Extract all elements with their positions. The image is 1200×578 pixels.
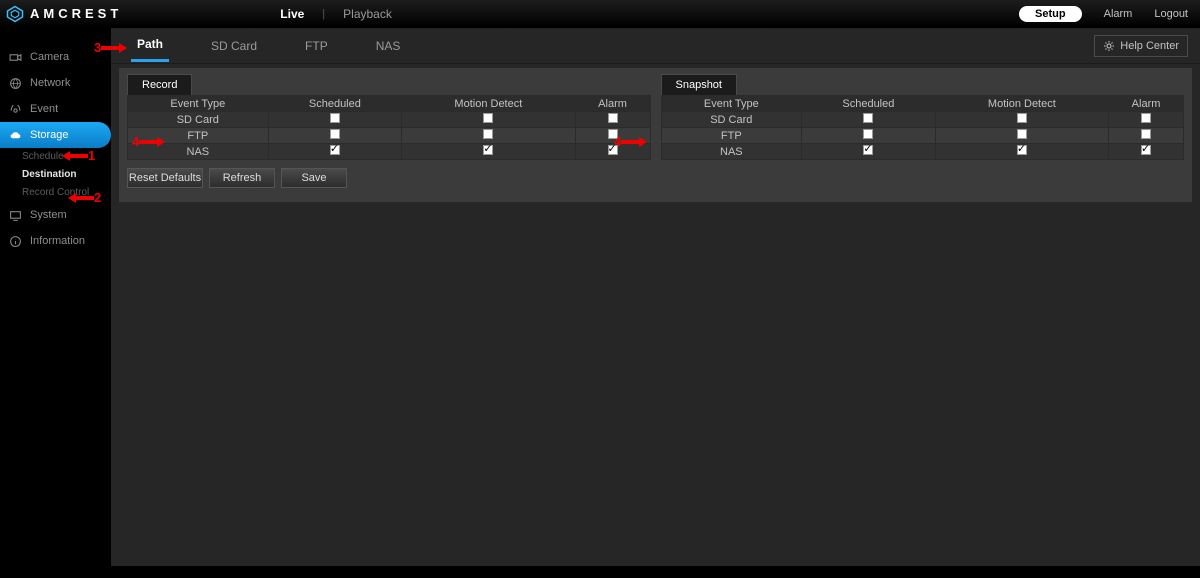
brand-logo: AMCREST [6,5,122,23]
gear-icon [1103,40,1115,52]
row-label: NAS [661,144,802,160]
network-icon [8,76,22,90]
alarm-link[interactable]: Alarm [1104,8,1133,20]
sidebar-sub-destination[interactable]: Destination [0,166,111,184]
snapshot-caption: Snapshot [661,74,737,95]
checkbox[interactable] [330,113,340,123]
col-scheduled: Scheduled [802,96,935,112]
subtab-ftp[interactable]: FTP [299,31,334,61]
subtab-sdcard[interactable]: SD Card [205,31,263,61]
table-row: FTP [128,128,651,144]
checkbox[interactable] [1141,129,1151,139]
row-label: SD Card [128,112,269,128]
logo-icon [6,5,24,23]
tab-playback[interactable]: Playback [325,0,410,28]
reset-defaults-button[interactable]: Reset Defaults [127,168,203,188]
table-row: SD Card [661,112,1184,128]
checkbox[interactable] [608,113,618,123]
sidebar-item-information[interactable]: Information [0,228,111,254]
setup-button[interactable]: Setup [1019,6,1082,22]
event-icon [8,102,22,116]
checkbox[interactable] [608,145,618,155]
checkbox[interactable] [483,129,493,139]
col-event-type: Event Type [661,96,802,112]
col-motion: Motion Detect [935,96,1108,112]
checkbox[interactable] [1017,145,1027,155]
sidebar-item-system[interactable]: System [0,202,111,228]
sidebar-item-storage[interactable]: Storage [0,122,111,148]
sidebar-item-label: Event [30,103,58,115]
logout-link[interactable]: Logout [1154,8,1188,20]
checkbox[interactable] [330,129,340,139]
sidebar: Camera Network Event Storage Schedule De… [0,28,111,578]
subtab-path[interactable]: Path [131,29,169,62]
col-alarm: Alarm [575,96,650,112]
snapshot-table: Event Type Scheduled Motion Detect Alarm… [661,95,1185,160]
tab-live[interactable]: Live [262,0,322,28]
sidebar-item-label: Camera [30,51,69,63]
help-center-button[interactable]: Help Center [1094,35,1188,57]
save-button[interactable]: Save [281,168,347,188]
snapshot-table-wrap: Snapshot Event Type Scheduled Motion Det… [661,74,1185,160]
cloud-icon [8,128,22,142]
checkbox[interactable] [863,129,873,139]
row-label: FTP [128,128,269,144]
col-alarm: Alarm [1109,96,1184,112]
record-table: Event Type Scheduled Motion Detect Alarm… [127,95,651,160]
col-motion: Motion Detect [402,96,575,112]
system-icon [8,208,22,222]
sidebar-item-network[interactable]: Network [0,70,111,96]
content-area: Path SD Card FTP NAS Help Center Record [111,28,1200,578]
sidebar-item-camera[interactable]: Camera [0,44,111,70]
help-center-label: Help Center [1120,40,1179,52]
brand-text: AMCREST [30,6,122,21]
record-caption: Record [127,74,192,95]
checkbox[interactable] [483,113,493,123]
table-row: NAS [128,144,651,160]
col-scheduled: Scheduled [268,96,401,112]
subtab-nas[interactable]: NAS [370,31,407,61]
row-label: NAS [128,144,269,160]
sidebar-item-label: Information [30,235,85,247]
checkbox[interactable] [1141,113,1151,123]
row-label: FTP [661,128,802,144]
checkbox[interactable] [330,145,340,155]
checkbox[interactable] [863,113,873,123]
camera-icon [8,50,22,64]
table-row: NAS [661,144,1184,160]
sidebar-item-label: Storage [30,129,69,141]
table-row: SD Card [128,112,651,128]
checkbox[interactable] [863,145,873,155]
checkbox[interactable] [1017,113,1027,123]
info-icon [8,234,22,248]
footer [0,566,1200,578]
sidebar-item-event[interactable]: Event [0,96,111,122]
sidebar-item-label: Network [30,77,70,89]
record-table-wrap: Record Event Type Scheduled Motion Detec… [127,74,651,160]
row-label: SD Card [661,112,802,128]
checkbox[interactable] [483,145,493,155]
sidebar-sub-schedule[interactable]: Schedule [0,148,111,166]
checkbox[interactable] [1141,145,1151,155]
col-event-type: Event Type [128,96,269,112]
checkbox[interactable] [608,129,618,139]
sidebar-item-label: System [30,209,67,221]
refresh-button[interactable]: Refresh [209,168,275,188]
checkbox[interactable] [1017,129,1027,139]
sidebar-sub-record-control[interactable]: Record Control [0,184,111,202]
table-row: FTP [661,128,1184,144]
